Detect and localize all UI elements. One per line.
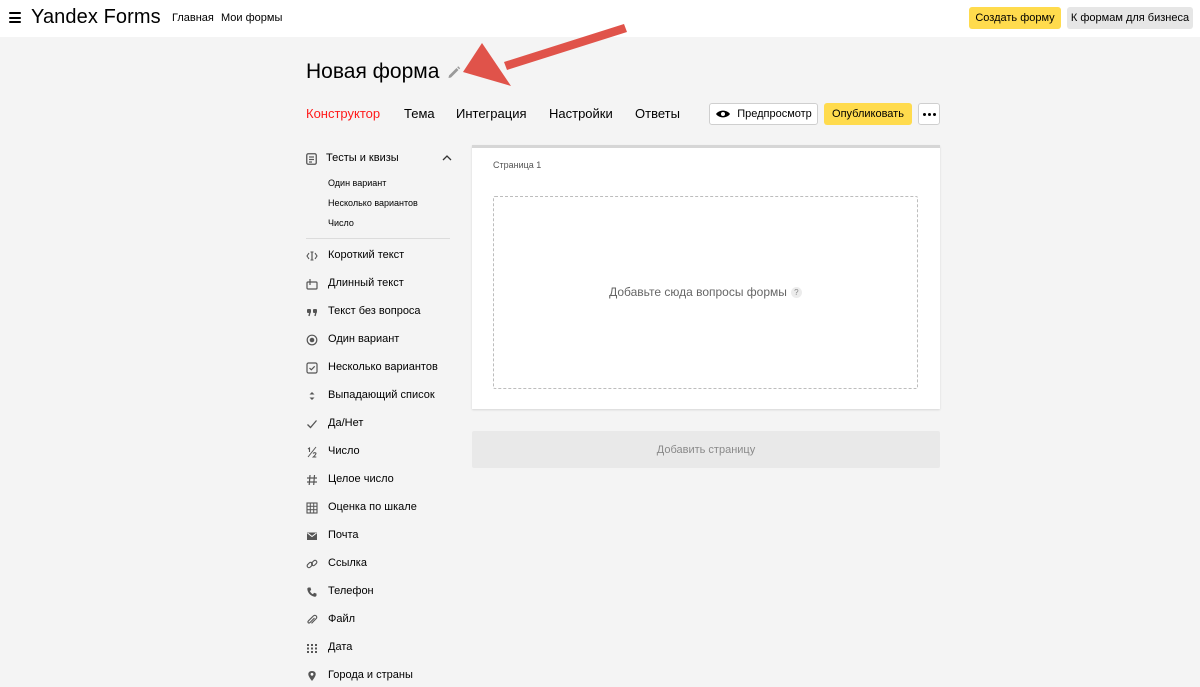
dot-icon [927,112,931,116]
sidebar-item-phone[interactable]: Телефон [306,585,452,599]
sidebar-item-label: Короткий текст [328,249,405,261]
business-forms-button[interactable]: К формам для бизнеса [1067,7,1193,29]
sidebar-item-label: Оценка по шкале [328,501,417,513]
sidebar-section-quizzes[interactable]: Тесты и квизы [306,152,452,166]
paperclip-icon [307,614,318,624]
sidebar-item-label: Длинный текст [328,277,404,289]
sidebar-item-label: Города и страны [328,669,413,681]
tab-settings[interactable]: Настройки [549,106,613,121]
sidebar-item-multiple-choice[interactable]: Несколько вариантов [306,361,452,375]
sidebar-item-label: Телефон [328,585,374,597]
sidebar-divider [306,238,450,239]
tab-answers[interactable]: Ответы [635,106,680,121]
sidebar-item-rating-scale[interactable]: Оценка по шкале [306,501,452,515]
location-icon [308,671,316,681]
publish-button[interactable]: Опубликовать [824,103,912,125]
sidebar-item-label: Текст без вопроса [328,305,421,317]
sidebar-item-email[interactable]: Почта [306,529,452,543]
preview-label: Предпросмотр [737,108,812,120]
sidebar-item-number[interactable]: Число [306,445,452,459]
more-options-button[interactable] [918,103,940,125]
short-text-icon [306,251,318,261]
preview-button[interactable]: Предпросмотр [709,103,818,125]
link-icon [306,559,318,569]
sidebar-item-label: Да/Нет [328,417,364,429]
tab-theme[interactable]: Тема [404,106,435,121]
sidebar-item-label: Число [328,445,360,457]
sidebar-section-label: Тесты и квизы [326,152,399,164]
grid-icon [306,502,318,514]
create-form-button[interactable]: Создать форму [969,7,1061,29]
long-text-icon [306,279,318,290]
form-title[interactable]: Новая форма [306,60,439,84]
quote-icon [307,309,317,317]
tab-integration[interactable]: Интеграция [456,106,527,121]
radio-icon [306,334,318,346]
sidebar-item-label: Файл [328,613,356,625]
dropdown-icon [309,392,315,400]
chevron-up-icon[interactable] [442,154,452,162]
nav-link-home[interactable]: Главная [172,12,214,24]
check-icon [307,420,317,429]
sidebar-item-link[interactable]: Ссылка [306,557,452,571]
pencil-icon[interactable] [446,64,462,80]
nav-link-my-forms[interactable]: Мои формы [221,12,282,24]
add-page-button[interactable]: Добавить страницу [472,431,940,468]
tab-constructor[interactable]: Конструктор [306,106,380,121]
help-icon[interactable]: ? [790,287,802,298]
quiz-icon [306,153,317,165]
phone-icon [307,587,317,597]
eye-icon [716,110,731,118]
sidebar-subitem-multiple-choice[interactable]: Несколько вариантов [328,198,418,208]
sidebar-item-label: Выпадающий список [328,389,435,401]
sidebar-item-label: Ссылка [328,557,367,569]
hash-icon [307,474,317,486]
sidebar-item-label: Дата [328,641,353,653]
sidebar-item-date[interactable]: Дата [306,641,452,655]
checkbox-icon [306,362,318,374]
dropzone-hint: Добавьте сюда вопросы формы? [494,285,917,299]
form-page-card: Страница 1 Добавьте сюда вопросы формы? [472,145,940,409]
sidebar-item-file[interactable]: Файл [306,613,452,627]
questions-dropzone[interactable]: Добавьте сюда вопросы формы? [493,196,918,389]
sidebar-item-label: Почта [328,529,359,541]
sidebar-item-dropdown[interactable]: Выпадающий список [306,389,452,403]
top-header: Yandex Forms Главная Мои формы Создать ф… [0,0,1200,37]
dropzone-text: Добавьте сюда вопросы формы [609,285,787,299]
sidebar-item-single-choice[interactable]: Один вариант [306,333,452,347]
menu-icon[interactable] [9,12,21,23]
calendar-icon [307,644,317,653]
fraction-icon [307,446,317,458]
sidebar-item-label: Несколько вариантов [328,361,438,373]
sidebar-item-integer[interactable]: Целое число [306,473,452,487]
sidebar-subitem-single-choice[interactable]: Один вариант [328,178,386,188]
dot-icon [922,112,926,116]
dot-icon [932,112,936,116]
page-label: Страница 1 [493,160,542,170]
sidebar-item-short-text[interactable]: Короткий текст [306,249,452,263]
sidebar-subitem-number[interactable]: Число [328,218,354,228]
app-logo[interactable]: Yandex Forms [31,6,161,29]
sidebar-item-label: Целое число [328,473,394,485]
sidebar-item-long-text[interactable]: Длинный текст [306,277,452,291]
sidebar-item-cities-countries[interactable]: Города и страны [306,669,452,683]
sidebar-item-yes-no[interactable]: Да/Нет [306,417,452,431]
mail-icon [307,532,317,540]
sidebar-item-label: Один вариант [328,333,400,345]
sidebar-item-text-without-question[interactable]: Текст без вопроса [306,305,452,319]
